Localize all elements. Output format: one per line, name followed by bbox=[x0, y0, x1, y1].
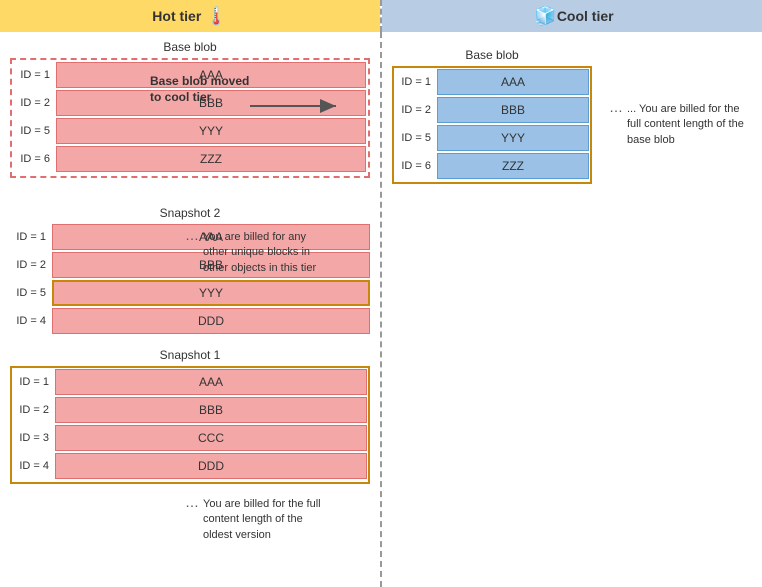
cool-note-text: ... You are billed for the full content … bbox=[627, 102, 754, 148]
cool-tier-header: 🧊 Cool tier bbox=[382, 0, 762, 32]
hot-side-panel: Base blob ID = 1 AAA ID = 2 BBB ID = 5 Y… bbox=[0, 32, 380, 587]
snapshot1-outlined: ID = 1 AAA ID = 2 BBB ID = 3 CCC ID = 4 … bbox=[10, 366, 370, 484]
snapshot1-section: Snapshot 1 ID = 1 AAA ID = 2 BBB ID = 3 … bbox=[10, 348, 370, 484]
table-row: ID = 5 YYY bbox=[395, 125, 589, 151]
table-row: ID = 1 AAA bbox=[13, 369, 367, 395]
table-row: ID = 2 BBB bbox=[13, 397, 367, 423]
snapshot2-note-text: You are billed for any other unique bloc… bbox=[203, 230, 325, 276]
table-row: ID = 4 DDD bbox=[13, 453, 367, 479]
snapshot2-note: … You are billed for any other unique bl… bbox=[185, 228, 325, 280]
snowflake-icon: 🧊 bbox=[534, 6, 556, 27]
table-row: ID = 4 DDD bbox=[10, 308, 370, 334]
thermometer-icon: 🌡️ bbox=[205, 6, 227, 27]
arrow-right-icon bbox=[250, 96, 345, 119]
cool-side-panel: Base blob ID = 1 AAA ID = 2 BBB ID = 5 Y… bbox=[380, 32, 762, 587]
hot-base-blob-title: Base blob bbox=[10, 40, 370, 54]
cool-base-blob-note: … ... You are billed for the full conten… bbox=[609, 100, 754, 152]
hot-tier-label: Hot tier bbox=[152, 8, 201, 24]
table-row: ID = 3 CCC bbox=[13, 425, 367, 451]
table-row: ID = 6 ZZZ bbox=[14, 146, 366, 172]
cool-tier-label: Cool tier bbox=[557, 8, 614, 24]
cool-base-blob-section: Base blob ID = 1 AAA ID = 2 BBB ID = 5 Y… bbox=[392, 48, 592, 184]
base-blob-moved-label: Base blob movedto cool tier bbox=[150, 74, 260, 105]
snapshot2-title: Snapshot 2 bbox=[10, 206, 370, 220]
table-row: ID = 6 ZZZ bbox=[395, 153, 589, 179]
snapshot1-note: … You are billed for the full content le… bbox=[185, 495, 335, 547]
cool-base-blob-outlined: ID = 1 AAA ID = 2 BBB ID = 5 YYY ID = 6 … bbox=[392, 66, 592, 184]
table-row: ID = 5 YYY bbox=[14, 118, 366, 144]
table-row: ID = 1 AAA bbox=[395, 69, 589, 95]
arrow-text: Base blob movedto cool tier bbox=[150, 74, 249, 104]
snapshot1-title: Snapshot 1 bbox=[10, 348, 370, 362]
table-row: ID = 2 BBB bbox=[395, 97, 589, 123]
table-row: ID = 5 YYY bbox=[10, 280, 370, 306]
hot-tier-header: Hot tier 🌡️ bbox=[0, 0, 380, 32]
cool-base-blob-title: Base blob bbox=[392, 48, 592, 62]
snapshot1-note-text: You are billed for the full content leng… bbox=[203, 497, 335, 543]
